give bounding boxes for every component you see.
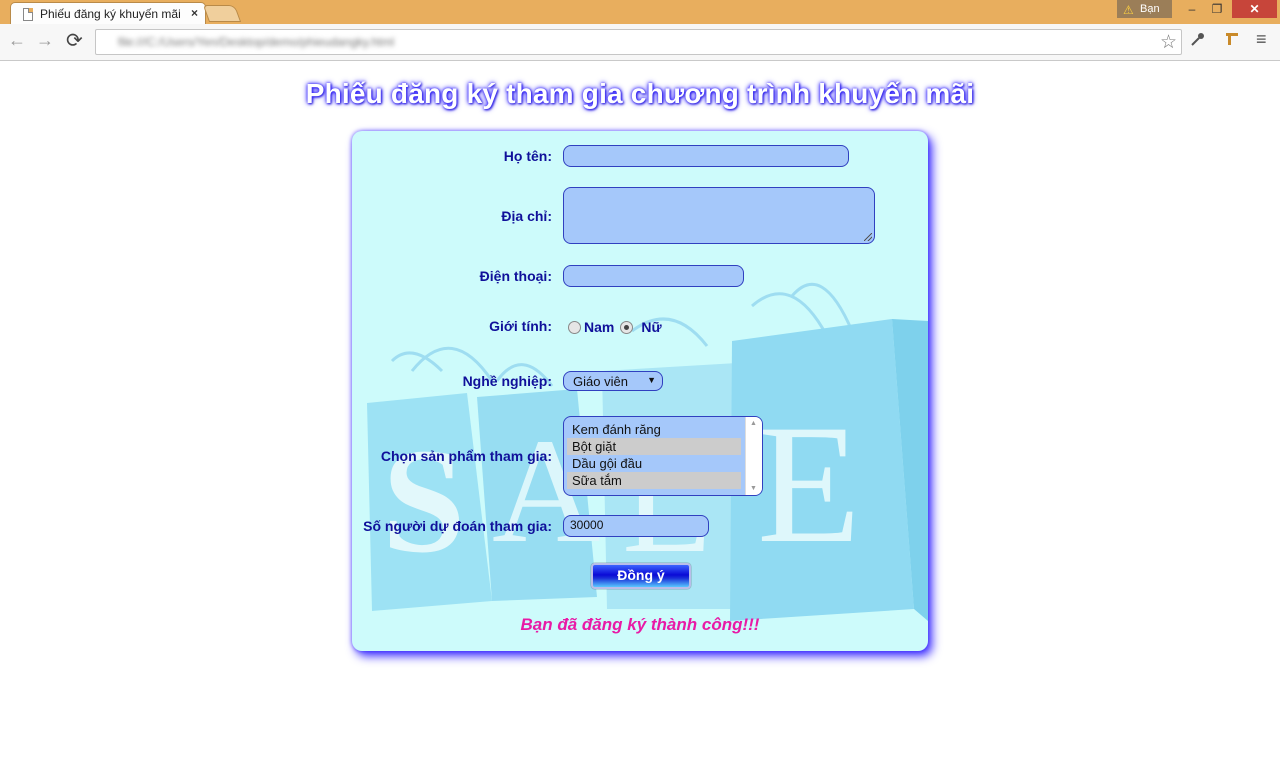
- products-listbox[interactable]: Kem đánh răng Bột giặt Dầu gội đầu Sữa t…: [563, 416, 763, 496]
- warning-icon: ⚠: [1123, 3, 1134, 17]
- job-label: Nghề nghiệp:: [462, 373, 552, 389]
- job-select[interactable]: Giáo viên ▼: [563, 371, 663, 391]
- list-item[interactable]: Kem đánh răng: [567, 421, 741, 438]
- phone-field[interactable]: [563, 265, 744, 287]
- gender-option-nu: Nữ: [641, 319, 662, 335]
- gender-radio-group: Nam Nữ: [568, 318, 668, 336]
- success-message: Bạn đã đăng ký thành công!!!: [520, 615, 760, 634]
- phone-label: Điện thoại:: [479, 268, 552, 284]
- url-text[interactable]: file:///C:/Users/Yen/Desktop/demo/phieud…: [118, 35, 394, 49]
- browser-tab[interactable]: Phiếu đăng ký khuyến mãi ×: [10, 2, 206, 26]
- name-field[interactable]: [563, 145, 849, 167]
- extension-icon[interactable]: [1224, 31, 1240, 52]
- address-textarea[interactable]: [563, 187, 875, 244]
- maximize-button[interactable]: ❐: [1205, 0, 1229, 18]
- address-bar[interactable]: file:///C:/Users/Yen/Desktop/demo/phieud…: [95, 29, 1182, 55]
- gender-option-nam: Nam: [584, 319, 615, 335]
- forward-arrow-icon[interactable]: →: [36, 30, 54, 51]
- page-title: Phiếu đăng ký tham gia chương trình khuy…: [305, 78, 975, 109]
- job-select-value: Giáo viên: [573, 374, 628, 389]
- list-item[interactable]: Sữa tắm: [567, 472, 741, 489]
- close-window-button[interactable]: ✕: [1232, 0, 1277, 18]
- registration-form: S A L E Họ tên: Địa chỉ: Điện thoại: Giớ…: [352, 131, 928, 651]
- sale-letter-s: S: [382, 418, 465, 584]
- user-label: Bạn: [1140, 3, 1160, 15]
- list-item[interactable]: Bột giặt: [567, 438, 741, 455]
- guess-label: Số người dự đoán tham gia:: [363, 518, 552, 534]
- tab-close-icon[interactable]: ×: [191, 6, 198, 20]
- guess-number-field[interactable]: 30000: [563, 515, 709, 537]
- gender-radio-nu[interactable]: [620, 320, 634, 334]
- tab-strip: Phiếu đăng ký khuyến mãi × ⚠ Bạn – ❐ ✕: [0, 0, 1280, 26]
- list-item[interactable]: Dầu gội đầu: [567, 455, 741, 472]
- minimize-button[interactable]: –: [1180, 0, 1204, 18]
- resize-grip-icon[interactable]: [864, 233, 872, 241]
- submit-button[interactable]: Đồng ý: [591, 563, 691, 589]
- reload-icon[interactable]: ⟳: [66, 28, 83, 53]
- products-label: Chọn sản phẩm tham gia:: [380, 448, 552, 464]
- eyedropper-icon[interactable]: [1190, 31, 1206, 52]
- gender-label: Giới tính:: [489, 318, 552, 334]
- scroll-down-icon[interactable]: ▼: [750, 485, 757, 492]
- listbox-scrollbar[interactable]: ▲ ▼: [745, 417, 762, 495]
- tab-title: Phiếu đăng ký khuyến mãi: [40, 7, 181, 21]
- dropdown-arrow-icon: ▼: [647, 375, 656, 385]
- guess-value: 30000: [570, 518, 604, 532]
- sale-letter-e: E: [757, 390, 861, 578]
- gender-radio-nam[interactable]: [568, 320, 581, 334]
- name-label: Họ tên:: [503, 148, 552, 164]
- browser-toolbar: ← → ⟳ file:///C:/Users/Yen/Desktop/demo/…: [0, 24, 1280, 61]
- page-icon: [23, 8, 33, 21]
- new-tab-button[interactable]: [202, 5, 242, 22]
- scroll-up-icon[interactable]: ▲: [750, 420, 757, 427]
- back-arrow-icon[interactable]: ←: [8, 30, 26, 51]
- bookmark-star-icon[interactable]: ☆: [1160, 31, 1177, 54]
- user-badge[interactable]: ⚠ Bạn: [1117, 0, 1172, 18]
- menu-icon[interactable]: ≡: [1256, 29, 1267, 50]
- address-label: Địa chỉ:: [501, 208, 552, 224]
